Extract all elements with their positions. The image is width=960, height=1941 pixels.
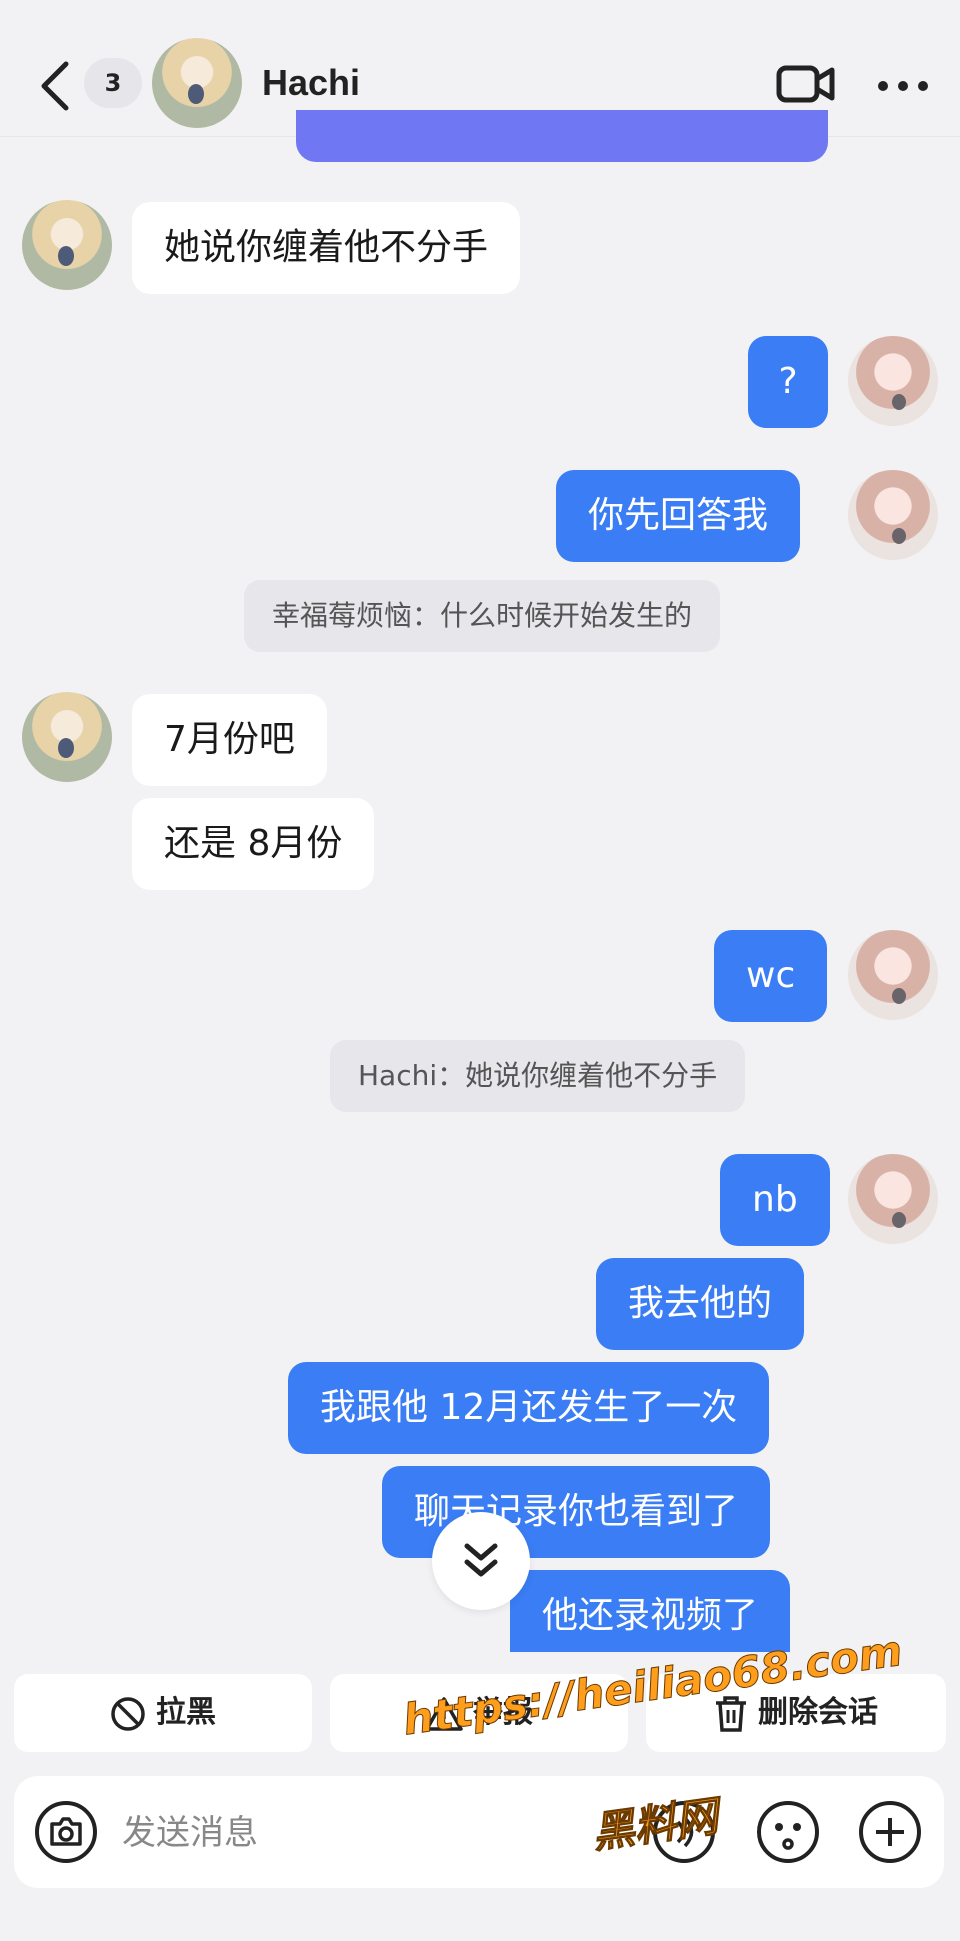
self-avatar[interactable] (848, 930, 938, 1020)
more-dots-icon (878, 81, 928, 91)
scroll-to-bottom-button[interactable] (432, 1512, 530, 1610)
block-button[interactable]: 拉黑 (14, 1674, 312, 1752)
more-attachments-button[interactable] (858, 1800, 922, 1864)
message-bubble-sent[interactable]: 你先回答我 (556, 470, 801, 562)
video-call-button[interactable] (776, 62, 836, 106)
quoted-reply[interactable]: 幸福莓烦恼：什么时候开始发生的 (244, 580, 721, 652)
contact-name[interactable]: Hachi (262, 62, 360, 104)
message-bubble-sent[interactable]: ? (748, 336, 828, 428)
block-label: 拉黑 (156, 1695, 216, 1730)
double-chevron-down-icon (464, 1543, 498, 1577)
message-bubble-sent[interactable]: 我跟他 12月还发生了一次 (288, 1362, 770, 1454)
self-avatar[interactable] (848, 470, 938, 560)
camera-icon (35, 1801, 97, 1863)
sender-avatar[interactable] (22, 692, 112, 782)
self-avatar[interactable] (848, 336, 938, 426)
more-options-button[interactable] (876, 78, 930, 92)
emoji-button[interactable] (756, 1800, 820, 1864)
self-avatar[interactable] (848, 1154, 938, 1244)
message-bubble-received[interactable]: 她说你缠着他不分手 (132, 202, 521, 294)
camera-button[interactable] (34, 1800, 98, 1864)
contact-avatar[interactable] (152, 38, 242, 128)
message-bubble-sent[interactable]: nb (720, 1154, 830, 1246)
back-button[interactable] (32, 56, 80, 116)
chevron-left-icon (41, 61, 69, 111)
message-bubble-received[interactable]: 7月份吧 (132, 694, 327, 786)
quoted-reply[interactable]: Hachi：她说你缠着他不分手 (330, 1040, 746, 1112)
emoji-face-icon (757, 1801, 819, 1863)
message-bubble-sent[interactable]: wc (714, 930, 828, 1022)
message-bubble-sent[interactable]: 我去他的 (596, 1258, 805, 1350)
sender-avatar[interactable] (22, 200, 112, 290)
message-bubble-sent[interactable]: 他还录视频了 (510, 1570, 791, 1652)
plus-icon (859, 1801, 921, 1863)
message-bubble-received[interactable]: 还是 8月份 (132, 798, 375, 890)
delete-conversation-label: 删除会话 (758, 1695, 878, 1730)
message-input[interactable] (120, 1800, 624, 1866)
unread-count-badge[interactable]: 3 (84, 58, 142, 108)
previous-message-bubble (296, 110, 828, 162)
block-icon (111, 1696, 145, 1731)
video-camera-icon (776, 65, 835, 103)
